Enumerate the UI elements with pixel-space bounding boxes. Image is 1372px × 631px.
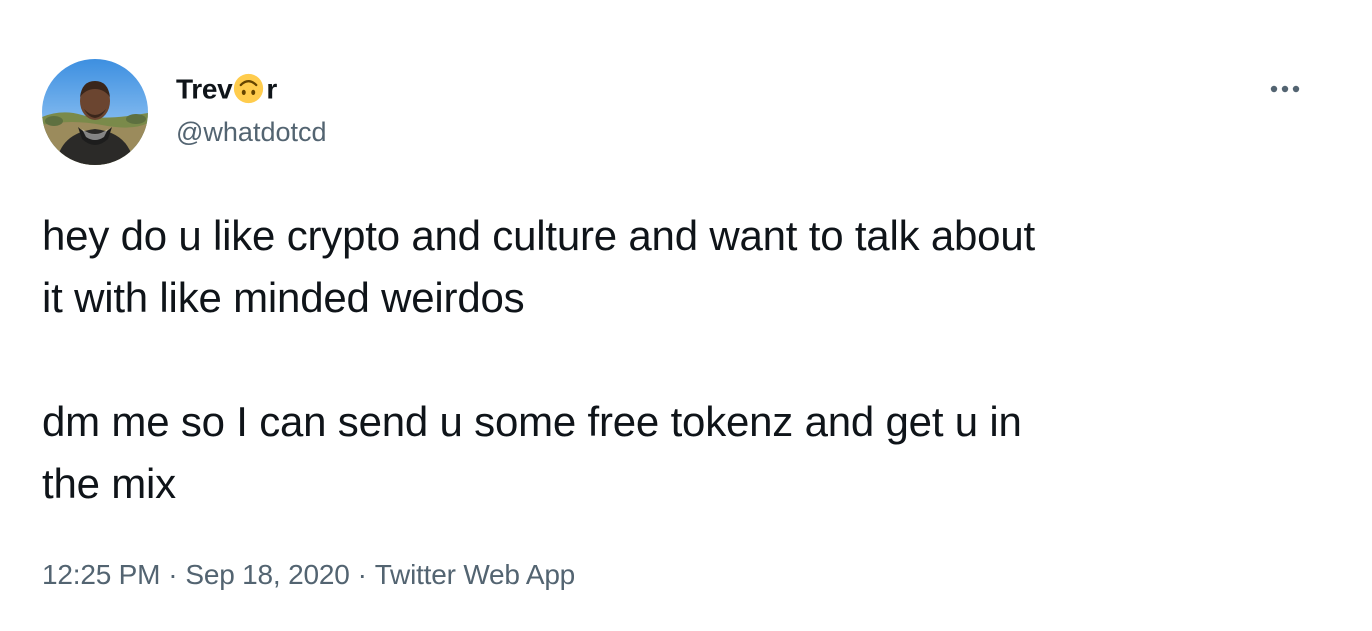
author-handle[interactable]: @whatdotcd [176,115,327,149]
author-avatar[interactable] [42,59,148,165]
author-display-name[interactable]: Trev r [176,70,277,108]
meta-separator: · [357,559,367,590]
meta-separator: · [168,559,178,590]
avatar-photo-icon [42,59,148,165]
tweet-text: hey do u like crypto and culture and wan… [42,205,1332,515]
tweet-card: Trev r @whatdotcd hey do u like crypto a… [0,0,1372,631]
tweet-paragraph: dm me so I can send u some free tokenz a… [42,398,1022,507]
tweet-source-link[interactable]: Twitter Web App [375,559,576,590]
display-name-part-2: r [266,73,278,105]
more-options-icon [1270,85,1300,93]
upside-down-face-icon [233,73,264,104]
tweet-date-link[interactable]: Sep 18, 2020 [185,559,349,590]
tweet-metadata: 12:25 PM · Sep 18, 2020 · Twitter Web App [42,555,575,595]
more-options-button[interactable] [1262,72,1308,106]
display-name-part-1: Trev [176,73,233,105]
tweet-time-link[interactable]: 12:25 PM [42,559,160,590]
tweet-paragraph: hey do u like crypto and culture and wan… [42,212,1035,321]
